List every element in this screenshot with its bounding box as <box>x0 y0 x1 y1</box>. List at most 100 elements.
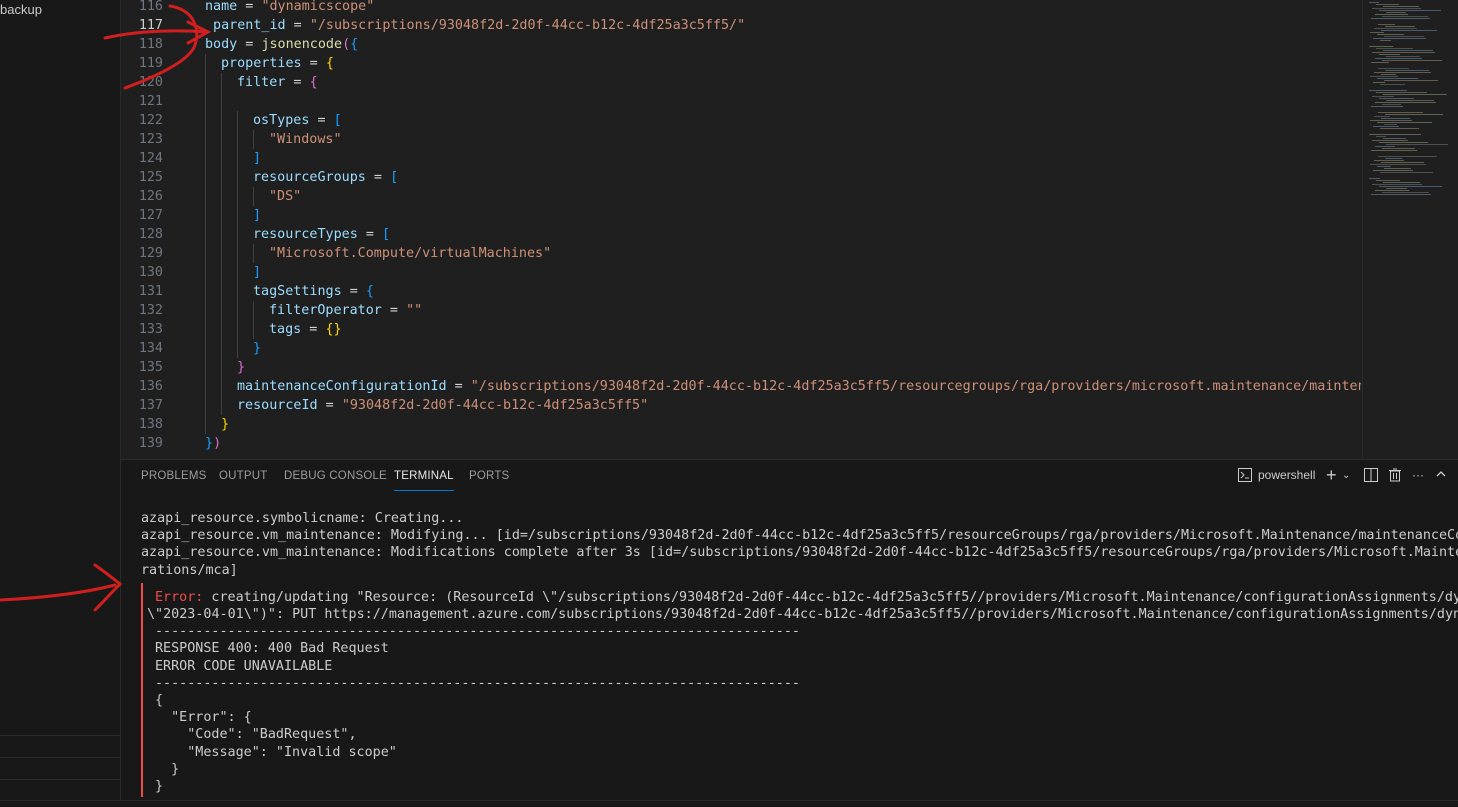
tab-problems[interactable]: PROBLEMS <box>141 470 207 482</box>
minimap-line <box>1370 164 1426 165</box>
minimap-line <box>1371 62 1389 63</box>
minimap-line <box>1378 24 1395 25</box>
indent-guide <box>221 396 222 415</box>
indent-guide <box>205 130 206 149</box>
code-line[interactable]: 129 "Microsoft.Compute/virtualMachines" <box>121 244 1361 263</box>
code-line[interactable]: 117 parent_id = "/subscriptions/93048f2d… <box>121 16 1361 35</box>
code-line[interactable]: 135} <box>121 358 1361 377</box>
minimap-line <box>1381 162 1424 163</box>
code-token: [ <box>333 113 342 128</box>
error-text: creating/updating "Resource: (ResourceId… <box>211 589 1458 605</box>
add-icon[interactable]: + <box>1326 465 1337 486</box>
minimap-line <box>1386 56 1420 57</box>
code-token: { <box>325 56 334 71</box>
chevron-down-icon[interactable]: ⌄ <box>1342 470 1350 481</box>
code-line[interactable]: 125 resourceGroups = [ <box>121 168 1361 187</box>
code-line[interactable]: 120 filter = { <box>121 73 1361 92</box>
minimap-line <box>1376 4 1399 5</box>
minimap-line <box>1374 160 1404 161</box>
minimap-line <box>1370 32 1384 33</box>
code-line[interactable]: 123 "Windows" <box>121 130 1361 149</box>
code-text: ] <box>253 263 261 282</box>
code-text: "Windows" <box>269 130 342 149</box>
code-text: parent_id = "/subscriptions/93048f2d-2d0… <box>205 16 745 35</box>
code-line[interactable]: 131 tagSettings = { <box>121 282 1361 301</box>
tab-output[interactable]: OUTPUT <box>219 470 267 482</box>
minimap-line <box>1386 144 1448 145</box>
code-line[interactable]: 136 maintenanceConfigurationId = "/subscr… <box>121 377 1361 396</box>
code-text: } <box>253 339 261 358</box>
code-token: = <box>301 56 326 71</box>
code-text: resourceId = "93048f2d-2d0f-44cc-b12c-4d… <box>237 396 648 415</box>
code-line[interactable]: 116 name = "dynamicscope" <box>121 0 1361 16</box>
code-line[interactable]: 118 body = jsonencode({ <box>121 35 1361 54</box>
minimap-line <box>1372 8 1421 9</box>
minimap[interactable] <box>1362 0 1458 458</box>
minimap-line <box>1380 128 1419 129</box>
minimap-line <box>1375 102 1436 103</box>
error-text: RESPONSE 400: 400 Bad Request <box>155 641 389 657</box>
code-text: ] <box>253 206 261 225</box>
minimap-line <box>1374 28 1417 29</box>
code-line[interactable]: 139}) <box>121 434 1361 453</box>
code-line[interactable]: 138} <box>121 415 1361 434</box>
more-icon[interactable]: ··· <box>1412 468 1424 482</box>
code-line[interactable]: 124] <box>121 149 1361 168</box>
code-token: = <box>285 75 310 90</box>
explorer-sidebar: backup <box>0 0 121 800</box>
code-text: filter = { <box>237 73 318 92</box>
indent-guide <box>205 301 206 320</box>
split-icon[interactable] <box>1364 468 1378 485</box>
code-text: filterOperator = "" <box>269 301 422 320</box>
trash-icon[interactable] <box>1388 468 1402 485</box>
minimap-line <box>1376 92 1427 93</box>
shell-label[interactable]: powershell <box>1258 468 1315 482</box>
minimap-line <box>1380 40 1391 41</box>
indent-guide <box>205 225 206 244</box>
minimap-line <box>1369 2 1379 3</box>
line-number: 123 <box>138 132 163 147</box>
code-line[interactable]: 130] <box>121 263 1361 282</box>
indent-guide <box>205 263 206 282</box>
code-line[interactable]: 132 filterOperator = "" <box>121 301 1361 320</box>
minimap-line <box>1383 50 1433 51</box>
minimap-line <box>1377 122 1432 123</box>
terminal-panel: PROBLEMS OUTPUT DEBUG CONSOLE TERMINAL P… <box>121 459 1458 801</box>
indent-guide <box>221 225 222 244</box>
tab-ports[interactable]: PORTS <box>469 470 509 482</box>
panel-toolbar: powershell + ⌄ ··· <box>1238 465 1448 488</box>
minimap-line <box>1383 182 1420 183</box>
code-line[interactable]: 126 "DS" <box>121 187 1361 206</box>
indent-guide <box>221 168 222 187</box>
code-token: resourceGroups <box>253 170 366 185</box>
minimap-line <box>1377 34 1404 35</box>
error-text: "Error": { <box>155 710 252 726</box>
minimap-line <box>1383 138 1406 139</box>
code-line[interactable]: 134} <box>121 339 1361 358</box>
code-token: { <box>365 284 374 299</box>
annotation-arrow-editor <box>103 4 212 90</box>
indent-guide <box>253 301 254 320</box>
chevron-up-icon[interactable] <box>1436 468 1446 482</box>
minimap-line <box>1376 180 1400 181</box>
code-editor[interactable]: 116 name = "dynamicscope" 117 parent_id = … <box>121 0 1361 458</box>
tab-terminal[interactable]: TERMINAL <box>394 470 454 491</box>
indent-guide <box>205 377 206 396</box>
code-token: = <box>357 227 382 242</box>
minimap-line <box>1378 68 1409 69</box>
code-line[interactable]: 137 resourceId = "93048f2d-2d0f-44cc-b12c… <box>121 396 1361 415</box>
code-line[interactable]: 122 osTypes = [ <box>121 111 1361 130</box>
minimap-line <box>1375 190 1409 191</box>
sidebar-item-backup[interactable]: backup <box>0 2 42 17</box>
indent-guide <box>237 301 238 320</box>
code-line[interactable]: 127] <box>121 206 1361 225</box>
indent-guide <box>205 396 206 415</box>
code-line[interactable]: 119 properties = { <box>121 54 1361 73</box>
tab-debug-console[interactable]: DEBUG CONSOLE <box>284 470 387 482</box>
minimap-line <box>1386 100 1434 101</box>
code-line[interactable]: 128 resourceTypes = [ <box>121 225 1361 244</box>
code-line[interactable]: 133 tags = {} <box>121 320 1361 339</box>
line-number: 122 <box>138 113 163 128</box>
minimap-line <box>1386 188 1407 189</box>
code-line[interactable]: 121 <box>121 92 1361 111</box>
